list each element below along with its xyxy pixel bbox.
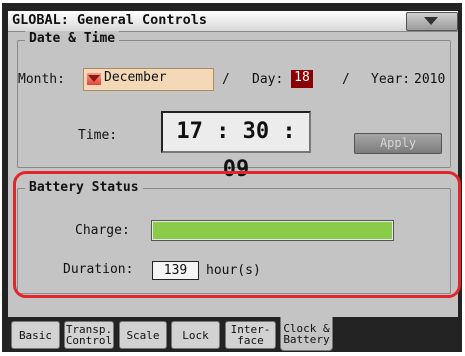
month-label: Month: [18, 72, 65, 87]
tab-label: Transp. Control [65, 323, 113, 347]
date-separator: / [222, 72, 230, 87]
tab-clock-battery[interactable]: Clock & Battery [280, 317, 333, 351]
year-label: Year: [371, 72, 411, 87]
time-label: Time: [78, 128, 118, 143]
title-bar: GLOBAL: General Controls [8, 11, 458, 32]
date-separator: / [342, 72, 350, 87]
tab-label: Scale [126, 328, 160, 342]
day-label: Day: [252, 72, 284, 87]
tab-basic[interactable]: Basic [11, 321, 60, 349]
month-dropdown[interactable]: December [83, 68, 214, 91]
tab-label: Clock & Battery [283, 321, 330, 346]
tab-label: Basic [18, 328, 53, 342]
tab-transp-control[interactable]: Transp. Control [64, 321, 114, 349]
chevron-down-icon [424, 17, 438, 25]
tab-scale[interactable]: Scale [119, 321, 167, 349]
tab-label: Lock [182, 328, 209, 342]
month-value: December [104, 70, 167, 85]
day-field[interactable]: 18 [291, 70, 313, 88]
page-title: GLOBAL: General Controls [12, 12, 208, 28]
battery-highlight-callout [13, 171, 461, 298]
year-field[interactable]: 2010 [414, 72, 445, 87]
time-field[interactable]: 17 : 30 : 09 [161, 111, 311, 182]
page-menu-button[interactable] [406, 12, 458, 31]
tab-label: Inter- face [230, 323, 271, 347]
tab-bar: Basic Transp. Control Scale Lock Inter- … [8, 317, 458, 352]
tab-interface[interactable]: Inter- face [225, 321, 276, 349]
date-time-legend: Date & Time [25, 31, 120, 46]
tab-lock[interactable]: Lock [171, 321, 220, 349]
apply-button[interactable]: Apply [354, 133, 442, 154]
dropdown-arrow-icon [87, 73, 101, 85]
